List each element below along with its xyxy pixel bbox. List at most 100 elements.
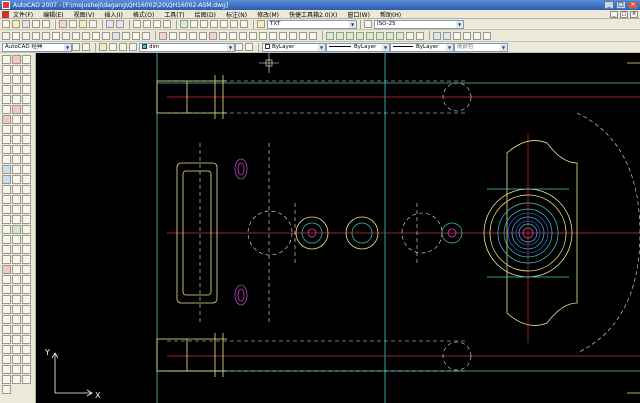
doc-close-button[interactable]: × bbox=[630, 11, 638, 18]
rotate-tool-icon[interactable] bbox=[12, 115, 21, 124]
arc-length-icon[interactable] bbox=[22, 31, 30, 40]
aligned-dim-icon[interactable] bbox=[12, 31, 20, 40]
zoom-realtime-icon[interactable] bbox=[143, 20, 151, 28]
color-select[interactable]: ByLayer bbox=[262, 42, 326, 52]
radius-dim-icon[interactable] bbox=[42, 31, 50, 40]
region-tool-icon[interactable] bbox=[2, 215, 11, 224]
workspace-save-icon[interactable] bbox=[82, 43, 90, 51]
ordinate-icon[interactable] bbox=[32, 31, 40, 40]
point-icon[interactable] bbox=[2, 185, 11, 194]
copy-icon[interactable] bbox=[69, 20, 77, 28]
rotate-icon[interactable] bbox=[219, 31, 227, 40]
tool-icon[interactable] bbox=[22, 255, 31, 264]
tool-icon[interactable] bbox=[22, 335, 31, 344]
tool-icon[interactable] bbox=[2, 245, 11, 254]
array-tool-icon[interactable] bbox=[12, 95, 21, 104]
tool-icon[interactable] bbox=[12, 315, 21, 324]
quick-dim-icon[interactable] bbox=[82, 31, 90, 40]
doc-minimize-button[interactable]: _ bbox=[610, 11, 618, 18]
tool-icon[interactable] bbox=[2, 285, 11, 294]
snap-endpoint-icon[interactable] bbox=[326, 31, 334, 40]
properties-icon[interactable] bbox=[180, 20, 188, 28]
tool-icon[interactable] bbox=[22, 115, 31, 124]
tool-icon[interactable] bbox=[2, 355, 11, 364]
tool-icon[interactable] bbox=[22, 65, 31, 74]
hatch-tool-icon[interactable] bbox=[2, 195, 11, 204]
sheet-set-icon[interactable] bbox=[210, 20, 218, 28]
move-icon[interactable] bbox=[209, 31, 217, 40]
tool-icon[interactable] bbox=[2, 385, 11, 394]
center-mark-icon[interactable] bbox=[132, 31, 140, 40]
construction-line-icon[interactable] bbox=[2, 65, 11, 74]
snap-quadrant-icon[interactable] bbox=[366, 31, 374, 40]
menu-dimension[interactable]: 标注(N) bbox=[226, 10, 247, 19]
menu-insert[interactable]: 插入(I) bbox=[104, 10, 122, 19]
explode-icon[interactable] bbox=[309, 31, 317, 40]
tool-icon[interactable] bbox=[2, 345, 11, 354]
menu-window[interactable]: 窗口(W) bbox=[347, 10, 370, 19]
tool-icon[interactable] bbox=[22, 305, 31, 314]
pan-icon[interactable] bbox=[133, 20, 141, 28]
lineweight-select[interactable]: ByLayer bbox=[390, 42, 454, 52]
tool-icon[interactable] bbox=[22, 315, 31, 324]
linetype-select[interactable]: ByLayer bbox=[326, 42, 390, 52]
tool-icon[interactable] bbox=[22, 135, 31, 144]
text-style-select[interactable]: TXT bbox=[267, 19, 357, 29]
tool-icon[interactable] bbox=[12, 375, 21, 384]
tool-icon[interactable] bbox=[2, 305, 11, 314]
maximize-button[interactable]: □ bbox=[616, 1, 626, 9]
zoom-previous-icon[interactable] bbox=[163, 20, 171, 28]
layer-properties-icon[interactable] bbox=[99, 43, 107, 51]
dim-edit-icon[interactable] bbox=[142, 31, 150, 40]
jogged-dim-icon[interactable] bbox=[52, 31, 60, 40]
tool-icon[interactable] bbox=[22, 165, 31, 174]
tool-icon[interactable] bbox=[12, 365, 21, 374]
tool-icon[interactable] bbox=[12, 235, 21, 244]
tool-icon[interactable] bbox=[2, 365, 11, 374]
cut-icon[interactable] bbox=[59, 20, 67, 28]
tool-icon[interactable] bbox=[22, 195, 31, 204]
tool-icon[interactable] bbox=[22, 295, 31, 304]
menu-help[interactable]: 帮助(H) bbox=[380, 10, 401, 19]
tool-icon[interactable] bbox=[12, 255, 21, 264]
tool-icon[interactable] bbox=[12, 355, 21, 364]
tool-icon[interactable] bbox=[12, 345, 21, 354]
ellipse-icon[interactable] bbox=[2, 145, 11, 154]
layer-lock-icon[interactable] bbox=[129, 43, 137, 51]
save-icon[interactable] bbox=[22, 20, 30, 28]
document-icon[interactable] bbox=[2, 10, 9, 18]
mirror-tool-icon[interactable] bbox=[12, 75, 21, 84]
tool-icon[interactable] bbox=[22, 225, 31, 234]
make-block-icon[interactable] bbox=[443, 31, 451, 40]
design-center-icon[interactable] bbox=[190, 20, 198, 28]
mtext-icon[interactable] bbox=[483, 31, 491, 40]
ellipse-arc-icon[interactable] bbox=[2, 155, 11, 164]
tool-icon[interactable] bbox=[22, 375, 31, 384]
tool-icon[interactable] bbox=[2, 265, 11, 274]
layer-select[interactable]: dim bbox=[139, 42, 235, 52]
tool-icon[interactable] bbox=[12, 285, 21, 294]
tool-icon[interactable] bbox=[22, 75, 31, 84]
layer-on-icon[interactable] bbox=[109, 43, 117, 51]
break-icon[interactable] bbox=[269, 31, 277, 40]
help-icon[interactable] bbox=[240, 20, 248, 28]
snap-none-icon[interactable] bbox=[406, 31, 414, 40]
break-tool-icon[interactable] bbox=[12, 175, 21, 184]
tool-icon[interactable] bbox=[12, 305, 21, 314]
zoom-window-icon[interactable] bbox=[153, 20, 161, 28]
polyline-icon[interactable] bbox=[2, 75, 11, 84]
new-file-icon[interactable] bbox=[2, 20, 10, 28]
open-file-icon[interactable] bbox=[12, 20, 20, 28]
tool-icon[interactable] bbox=[22, 245, 31, 254]
match-properties-icon[interactable] bbox=[89, 20, 97, 28]
tool-palettes-icon[interactable] bbox=[200, 20, 208, 28]
baseline-icon[interactable] bbox=[92, 31, 100, 40]
erase-icon[interactable] bbox=[159, 31, 167, 40]
erase-tool-icon[interactable] bbox=[12, 55, 21, 64]
dim-style-select[interactable]: ISO-25 bbox=[374, 19, 464, 29]
tool-icon[interactable] bbox=[22, 235, 31, 244]
print-preview-icon[interactable] bbox=[42, 20, 50, 28]
arc-icon[interactable] bbox=[2, 105, 11, 114]
extend-tool-icon[interactable] bbox=[12, 155, 21, 164]
autocad-app-icon[interactable] bbox=[2, 1, 10, 9]
